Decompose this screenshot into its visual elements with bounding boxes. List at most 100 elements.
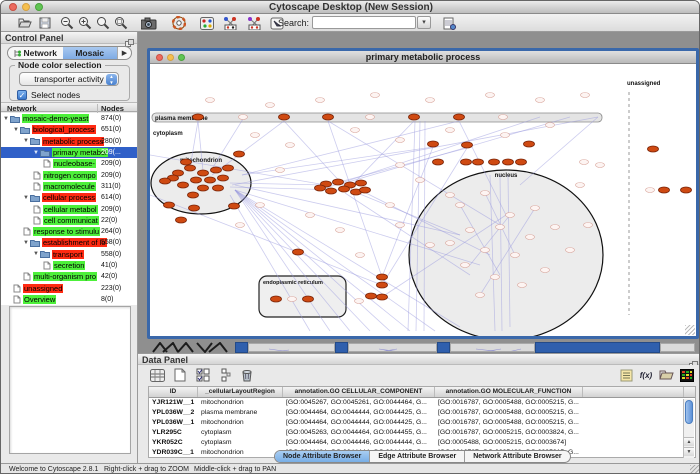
tree-row-multi-organism-pro[interactable]: multi-organism pro42(0)	[1, 271, 137, 282]
tree-row-unassigned[interactable]: unassigned223(0)	[1, 282, 137, 293]
open-icon[interactable]	[17, 16, 33, 30]
frame-titlebar[interactable]: primary metabolic process	[150, 51, 696, 64]
network-canvas[interactable]: plasma membranecytoplasmmitochondrionnuc…	[150, 65, 696, 336]
import-folder-icon[interactable]	[657, 367, 675, 383]
node[interactable]	[356, 180, 367, 186]
tree-row-cell-communicat[interactable]: cell communicat22(0)	[1, 215, 137, 226]
column-header-blank[interactable]	[583, 387, 684, 397]
node-small[interactable]	[256, 203, 265, 208]
tab-node-attribute-browser[interactable]: Node Attribute Browser	[275, 451, 370, 462]
tree-row-secretion[interactable]: secretion41(0)	[1, 260, 137, 271]
node[interactable]	[185, 165, 196, 171]
node[interactable]	[473, 159, 484, 165]
node[interactable]	[516, 159, 527, 165]
column-header-cellularlayoutregion[interactable]: _cellularLayoutRegion	[198, 387, 283, 397]
node-small[interactable]	[355, 299, 364, 304]
node-small[interactable]	[396, 138, 405, 143]
column-header-id[interactable]: ID	[149, 387, 198, 397]
node[interactable]	[293, 249, 304, 255]
node-small[interactable]	[518, 283, 527, 288]
node-small[interactable]	[466, 228, 475, 233]
node[interactable]	[279, 114, 290, 120]
node-small[interactable]	[251, 133, 260, 138]
expander-icon[interactable]: ▼	[33, 150, 39, 156]
tree-row-nitrogen-compo[interactable]: nitrogen compo209(0)	[1, 169, 137, 180]
node[interactable]	[178, 182, 189, 188]
node[interactable]	[229, 203, 240, 209]
node-small[interactable]	[546, 123, 555, 128]
node-small[interactable]	[239, 115, 248, 120]
node-small[interactable]	[581, 93, 590, 98]
node-small[interactable]	[501, 133, 510, 138]
node-small[interactable]	[396, 223, 405, 228]
expander-icon[interactable]: ▼	[23, 240, 29, 246]
node-small[interactable]	[446, 193, 455, 198]
node[interactable]	[198, 170, 209, 176]
select-stepper-icon[interactable]: ▲▼	[106, 74, 117, 85]
node[interactable]	[211, 167, 222, 173]
node-small[interactable]	[266, 103, 275, 108]
node-small[interactable]	[206, 98, 215, 103]
tree-row-transport[interactable]: ▼transport558(0)	[1, 249, 137, 260]
node[interactable]	[648, 146, 659, 152]
expander-icon[interactable]: ▼	[23, 195, 29, 201]
node-small[interactable]	[356, 253, 365, 258]
node-small[interactable]	[396, 163, 405, 168]
node[interactable]	[164, 202, 175, 208]
tab-overflow-arrow-icon[interactable]: ▶	[117, 47, 131, 59]
scrollbar-thumb[interactable]	[685, 400, 693, 424]
background-window-edge[interactable]	[437, 342, 450, 353]
table-row[interactable]: YPL036W__1mitochondrion[GO:0044464, GO:0…	[149, 418, 695, 428]
column-header-annotation-go-cellular-component[interactable]: annotation.GO CELLULAR_COMPONENT	[283, 387, 435, 397]
node[interactable]	[339, 186, 350, 192]
tree-row-biological-process[interactable]: ▼biological_process651(0)	[1, 124, 137, 135]
tree-row-response-to-stimulu[interactable]: response to stimulu264(0)	[1, 226, 137, 237]
network-destroy-icon[interactable]	[247, 16, 263, 30]
node-small[interactable]	[596, 163, 605, 168]
tab-network-attribute-browser[interactable]: Network Attribute Browser	[465, 451, 569, 462]
node[interactable]	[218, 175, 229, 181]
select-attributes-icon[interactable]	[194, 367, 212, 383]
table-row[interactable]: YLR295Ccytoplasm[GO:0045263, GO:0044464,…	[149, 428, 695, 438]
tree-row-macromolecule[interactable]: macromolecule311(0)	[1, 181, 137, 192]
new-attribute-icon[interactable]	[171, 367, 189, 383]
node-small[interactable]	[446, 128, 455, 133]
node-small[interactable]	[551, 225, 560, 230]
node-small[interactable]	[491, 275, 500, 280]
node-small[interactable]	[580, 160, 589, 165]
select-nodes-checkbox[interactable]: ✓	[17, 90, 27, 100]
node[interactable]	[461, 159, 472, 165]
birds-eye-view[interactable]	[9, 306, 131, 454]
tab-mosaic[interactable]: Mosaic	[63, 47, 118, 59]
node[interactable]	[323, 114, 334, 120]
frame-resize-grip[interactable]	[685, 325, 695, 335]
node[interactable]	[503, 159, 514, 165]
node-small[interactable]	[531, 206, 540, 211]
node-small[interactable]	[426, 243, 435, 248]
expander-icon[interactable]: ▼	[33, 251, 39, 257]
node[interactable]	[489, 159, 500, 165]
tree-row-mosaic-demo-yeast[interactable]: ▼mosaic-demo-yeast874(0)	[1, 113, 137, 124]
node-small[interactable]	[276, 168, 285, 173]
node[interactable]	[234, 151, 245, 157]
scroll-down-icon[interactable]: ▼	[684, 447, 694, 456]
node-small[interactable]	[576, 183, 585, 188]
node[interactable]	[189, 205, 200, 211]
node-small[interactable]	[416, 178, 425, 183]
expander-icon[interactable]: ▼	[23, 138, 29, 144]
tree-row-cellular-process[interactable]: ▼cellular process614(0)	[1, 192, 137, 203]
node-small[interactable]	[456, 203, 465, 208]
background-window-edge[interactable]	[235, 342, 248, 353]
node-small[interactable]	[426, 98, 435, 103]
background-window-edge[interactable]	[248, 343, 335, 352]
node[interactable]	[271, 296, 282, 302]
function-builder-icon[interactable]: f(x)	[637, 367, 655, 383]
column-header-annotation-go-molecular-function[interactable]: annotation.GO MOLECULAR_FUNCTION	[435, 387, 583, 397]
node[interactable]	[433, 159, 444, 165]
delete-attribute-icon[interactable]	[238, 367, 256, 383]
tree-row-establishment-of-lo[interactable]: ▼establishment of lo558(0)	[1, 237, 137, 248]
scroll-up-icon[interactable]: ▲	[684, 437, 694, 446]
node[interactable]	[213, 185, 224, 191]
node-small[interactable]	[476, 293, 485, 298]
zoom-in-icon[interactable]	[77, 16, 93, 30]
